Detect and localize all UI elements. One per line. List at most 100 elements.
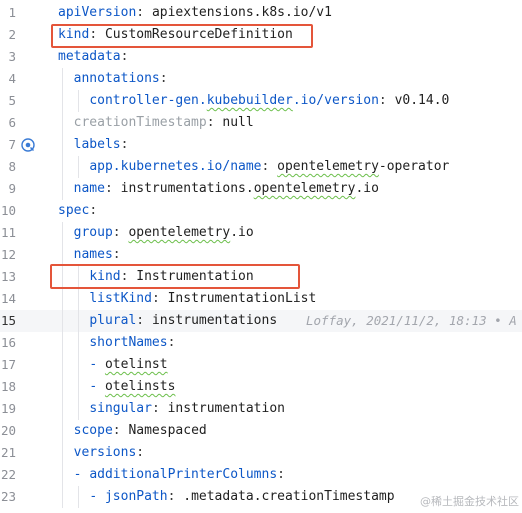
- yaml-value: :: [136, 313, 152, 328]
- code-line[interactable]: 22 - additionalPrinterColumns:: [0, 464, 522, 486]
- git-blame-annotation: Loffay, 2021/11/2, 18:13 • A: [306, 313, 517, 328]
- code-line[interactable]: 20 scope: Namespaced: [0, 420, 522, 442]
- yaml-value: :: [120, 49, 129, 64]
- code-line[interactable]: 6 creationTimestamp: null: [0, 112, 522, 134]
- code-line[interactable]: 8 app.kubernetes.io/name: opentelemetry-…: [0, 156, 522, 178]
- yaml-value: instrumentation: [167, 401, 285, 416]
- yaml-value: :: [378, 93, 395, 108]
- code-text: plural: instrumentations: [58, 310, 277, 332]
- code-text: names:: [58, 244, 121, 266]
- yaml-key: shortNames: [89, 335, 168, 350]
- yaml-key: controller-gen.: [89, 93, 207, 108]
- code-line[interactable]: 15 plural: instrumentations Loffay, 2021/…: [0, 310, 522, 332]
- yaml-value: :: [112, 247, 121, 262]
- code-text: name: instrumentations.opentelemetry.io: [58, 178, 379, 200]
- line-number: 11: [0, 225, 16, 240]
- code-line[interactable]: 3 metadata:: [0, 46, 522, 68]
- highlight-box-kind-crd: [51, 24, 313, 48]
- code-text: controller-gen.kubebuilder.io/version: v…: [58, 90, 449, 112]
- line-number: 23: [0, 489, 16, 504]
- code-line[interactable]: 10 spec:: [0, 200, 522, 222]
- yaml-key: .io/version: [292, 93, 379, 108]
- yaml-key: annotations: [73, 71, 160, 86]
- yaml-key: apiVersion: [58, 5, 137, 20]
- yaml-key: jsonPath: [104, 489, 168, 504]
- yaml-key: scope: [73, 423, 113, 438]
- code-text: labels:: [58, 134, 129, 156]
- yaml-key: -: [89, 379, 105, 394]
- line-number: 3: [8, 49, 16, 64]
- yaml-value: :: [159, 71, 168, 86]
- line-number: 7: [8, 137, 16, 152]
- implemented-marker-icon[interactable]: [21, 138, 35, 152]
- yaml-value: opentelemetry: [277, 159, 379, 174]
- line-number: 12: [0, 247, 16, 262]
- code-text: - jsonPath: .metadata.creationTimestamp: [58, 486, 395, 508]
- yaml-value: InstrumentationList: [167, 291, 317, 306]
- line-number: 22: [0, 467, 16, 482]
- code-line[interactable]: 16 shortNames:: [0, 332, 522, 354]
- line-number: 8: [8, 159, 16, 174]
- yaml-key: name: [73, 181, 105, 196]
- code-text: group: opentelemetry.io: [58, 222, 254, 244]
- code-text: app.kubernetes.io/name: opentelemetry-op…: [58, 156, 449, 178]
- code-line[interactable]: 11 group: opentelemetry.io: [0, 222, 522, 244]
- yaml-value: :: [112, 225, 129, 240]
- yaml-value: :: [277, 467, 285, 482]
- yaml-value: .io: [230, 225, 254, 240]
- code-line[interactable]: 21 versions:: [0, 442, 522, 464]
- yaml-key: -: [89, 357, 105, 372]
- code-line[interactable]: 5 controller-gen.kubebuilder.io/version:…: [0, 90, 522, 112]
- code-line[interactable]: 1 apiVersion: apiextensions.k8s.io/v1: [0, 2, 522, 24]
- line-number: 9: [8, 181, 16, 196]
- yaml-value: :: [151, 291, 168, 306]
- yaml-value: :: [104, 181, 121, 196]
- code-line[interactable]: 7 labels:: [0, 134, 522, 156]
- yaml-value: apiextensions.k8s.io/v1: [151, 5, 332, 20]
- line-number: 20: [0, 423, 16, 438]
- yaml-key: labels: [73, 137, 121, 152]
- yaml-key: plural: [89, 313, 137, 328]
- yaml-value: opentelemetry: [128, 225, 231, 240]
- code-text: - otelinst: [58, 354, 167, 376]
- yaml-key: -: [89, 489, 105, 504]
- code-line[interactable]: 12 names:: [0, 244, 522, 266]
- code-line[interactable]: 9 name: instrumentations.opentelemetry.i…: [0, 178, 522, 200]
- code-text: spec:: [58, 200, 97, 222]
- code-text: singular: instrumentation: [58, 398, 285, 420]
- code-line[interactable]: 19 singular: instrumentation: [0, 398, 522, 420]
- code-line[interactable]: 18 - otelinsts: [0, 376, 522, 398]
- yaml-value: .metadata.creationTimestamp: [183, 489, 395, 504]
- yaml-value: :: [167, 489, 184, 504]
- line-number: 18: [0, 379, 16, 394]
- code-line[interactable]: 4 annotations:: [0, 68, 522, 90]
- yaml-value: Namespaced: [128, 423, 207, 438]
- yaml-value: instrumentations.: [120, 181, 254, 196]
- line-number: 1: [8, 5, 16, 20]
- yaml-value: null: [222, 115, 254, 130]
- line-number: 2: [8, 27, 16, 42]
- code-editor[interactable]: 1 apiVersion: apiextensions.k8s.io/v1 2 kin…: [0, 0, 522, 513]
- yaml-key: spec: [58, 203, 90, 218]
- yaml-value: v0.14.0: [394, 93, 450, 108]
- yaml-value: :: [167, 335, 176, 350]
- code-text: scope: Namespaced: [58, 420, 207, 442]
- line-number: 19: [0, 401, 16, 416]
- yaml-value: :: [151, 401, 168, 416]
- yaml-key: names: [73, 247, 113, 262]
- highlight-box-kind-instrumentation: [50, 264, 300, 289]
- code-line[interactable]: 17 - otelinst: [0, 354, 522, 376]
- code-line[interactable]: 14 listKind: InstrumentationList: [0, 288, 522, 310]
